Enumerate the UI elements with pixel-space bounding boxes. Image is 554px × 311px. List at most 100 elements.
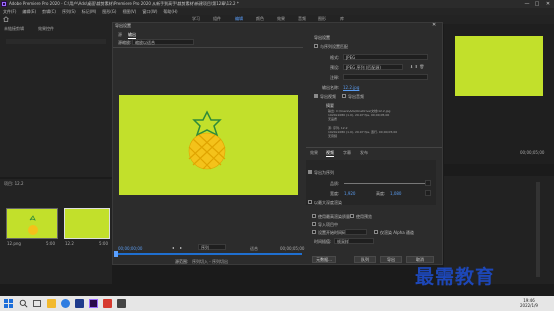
menu-help[interactable]: 帮助(H) xyxy=(163,9,177,15)
range-value: 序列 xyxy=(201,245,209,250)
export-audio-label: 导出音频 xyxy=(348,94,364,99)
max-depth-checkbox[interactable] xyxy=(308,200,312,204)
preset-select[interactable]: JPEG 序列 (匹配源) xyxy=(343,64,403,70)
file-explorer-icon[interactable] xyxy=(47,299,56,308)
project-thumbnail-image[interactable] xyxy=(6,208,58,239)
menu-clip[interactable]: 剪辑(C) xyxy=(42,9,56,15)
minimize-button[interactable]: — xyxy=(522,0,532,8)
clock-date: 2022/1/9 xyxy=(520,303,538,308)
format-value: JPEG xyxy=(346,55,356,60)
export-button[interactable]: 导出 xyxy=(380,256,402,263)
output-name-link[interactable]: 12.2.jpg xyxy=(343,85,359,90)
width-value[interactable]: 1,920 xyxy=(344,191,355,196)
store-icon[interactable] xyxy=(75,299,84,308)
taskbar: 19:46 2022/1/9 xyxy=(0,296,554,311)
menu-file[interactable]: 文件(F) xyxy=(3,9,16,15)
dialog-close-button[interactable]: ✕ xyxy=(432,22,436,28)
menu-sequence[interactable]: 序列(S) xyxy=(62,9,76,15)
save-preset-icon[interactable]: ⬇ ⬆ 🗑 xyxy=(410,64,424,69)
home-icon[interactable] xyxy=(3,16,9,22)
format-label: 格式: xyxy=(330,55,340,60)
pineapple-icon xyxy=(188,110,226,170)
menu-bar: 文件(F) 编辑(E) 剪辑(C) 序列(S) 标记(M) 图形(G) 视图(V… xyxy=(0,8,554,15)
menu-window[interactable]: 窗口(W) xyxy=(142,9,157,15)
maximize-button[interactable]: □ xyxy=(532,0,542,8)
height-label: 高度: xyxy=(376,191,386,196)
fit-select[interactable]: 适合 xyxy=(250,246,258,252)
set-in-icon[interactable]: ◂ xyxy=(172,245,176,250)
tab-output[interactable]: 输出 xyxy=(128,32,136,39)
edge-browser-icon[interactable] xyxy=(61,299,70,308)
summary-output: 输出: C:\Users\Ads\OneDrive\文档\12.2.jpg 19… xyxy=(328,109,438,121)
menu-graphics[interactable]: 图形(G) xyxy=(102,9,116,15)
summary-source: 源: 序列, 12.2 1920x1080 (1.0), 29.97 fps, … xyxy=(328,126,438,138)
export-sequence-label: 导出为序列 xyxy=(314,170,334,175)
height-value[interactable]: 1,080 xyxy=(390,191,401,196)
export-settings-header: 导出设置 xyxy=(314,35,330,40)
alpha-only-label: 仅渲染 Alpha 通道 xyxy=(380,230,414,235)
alpha-only-checkbox[interactable] xyxy=(374,230,378,234)
window-title: Adobe Premiere Pro 2020 - C:\用户\Ads\桌面\裁… xyxy=(9,1,239,6)
close-button[interactable]: ✕ xyxy=(543,0,553,8)
use-previews-label: 使用预览 xyxy=(356,214,372,219)
bin-duration-2: 5:00 xyxy=(99,241,108,246)
project-thumbnail-sequence[interactable] xyxy=(64,208,110,239)
search-icon[interactable] xyxy=(19,299,28,308)
source-tab[interactable]: 未链接剪辑 xyxy=(4,26,24,32)
tab-effects[interactable]: 效果 xyxy=(310,150,318,156)
windows-start-icon[interactable] xyxy=(4,299,13,308)
quality-slider-track[interactable] xyxy=(344,183,426,184)
menu-marker[interactable]: 标记(M) xyxy=(82,9,97,15)
premiere-app-icon xyxy=(1,1,7,7)
task-view-icon[interactable] xyxy=(33,300,41,307)
time-interp-select[interactable]: 帧采样 xyxy=(334,238,374,244)
range-select[interactable]: 序列 xyxy=(198,244,226,250)
premiere-taskbar-icon[interactable] xyxy=(89,299,98,308)
export-audio-checkbox[interactable] xyxy=(342,94,346,98)
effect-controls-tab[interactable]: 效果控件 xyxy=(38,26,54,32)
divider xyxy=(113,47,303,48)
bin-name-2: 12.2 xyxy=(65,241,74,246)
playhead-handle[interactable] xyxy=(114,251,118,257)
timecode-start[interactable]: 00;00;00;00 xyxy=(118,246,142,251)
set-out-icon[interactable]: ▸ xyxy=(180,245,184,250)
tab-source[interactable]: 源 xyxy=(118,32,122,38)
app-taskbar-icon[interactable] xyxy=(117,299,126,308)
use-previews-checkbox[interactable] xyxy=(350,214,354,218)
start-timecode-input[interactable] xyxy=(345,229,367,235)
import-project-checkbox[interactable] xyxy=(312,222,316,226)
preset-value: JPEG 序列 (匹配源) xyxy=(346,65,381,70)
metadata-button[interactable]: 元数据... xyxy=(312,256,336,263)
dimension-lock-field[interactable] xyxy=(425,190,431,196)
max-render-label: 使用最高渲染质量 xyxy=(318,214,350,219)
scrubber-bar[interactable] xyxy=(116,253,302,255)
tab-publish[interactable]: 发布 xyxy=(360,150,368,156)
time-interp-value: 帧采样 xyxy=(337,239,349,244)
import-project-label: 导入项目中 xyxy=(318,222,338,227)
preset-label: 预设: xyxy=(330,65,340,70)
tab-captions[interactable]: 字幕 xyxy=(343,150,351,156)
tab-video[interactable]: 视频 xyxy=(326,150,334,157)
format-select[interactable]: JPEG xyxy=(343,54,428,60)
app-taskbar-icon[interactable] xyxy=(103,299,112,308)
start-timecode-checkbox[interactable] xyxy=(312,230,316,234)
bin-name-1: 12.png xyxy=(7,241,21,246)
comments-label: 注释: xyxy=(330,75,340,80)
quality-label: 品质: xyxy=(330,181,340,186)
time-interp-label: 时间插值: xyxy=(314,239,332,244)
audio-meter xyxy=(536,182,540,277)
watermark-text: 最需教育 xyxy=(415,266,496,288)
export-video-checkbox[interactable] xyxy=(314,94,318,98)
source-range-select[interactable]: 序列切入 - 序列切出 xyxy=(192,259,228,265)
quality-value-field[interactable] xyxy=(425,180,431,186)
menu-view[interactable]: 视图(V) xyxy=(122,9,136,15)
source-scaling-value: 缩放以适合 xyxy=(135,40,155,45)
export-sequence-checkbox[interactable] xyxy=(308,170,312,174)
source-scaling-select[interactable]: 缩放以适合 xyxy=(132,39,194,45)
clock[interactable]: 19:46 2022/1/9 xyxy=(520,298,538,308)
comments-input[interactable] xyxy=(343,74,428,80)
match-sequence-checkbox[interactable] xyxy=(314,44,318,48)
menu-edit[interactable]: 编辑(E) xyxy=(22,9,36,15)
queue-button[interactable]: 队列 xyxy=(354,256,376,263)
max-render-checkbox[interactable] xyxy=(312,214,316,218)
